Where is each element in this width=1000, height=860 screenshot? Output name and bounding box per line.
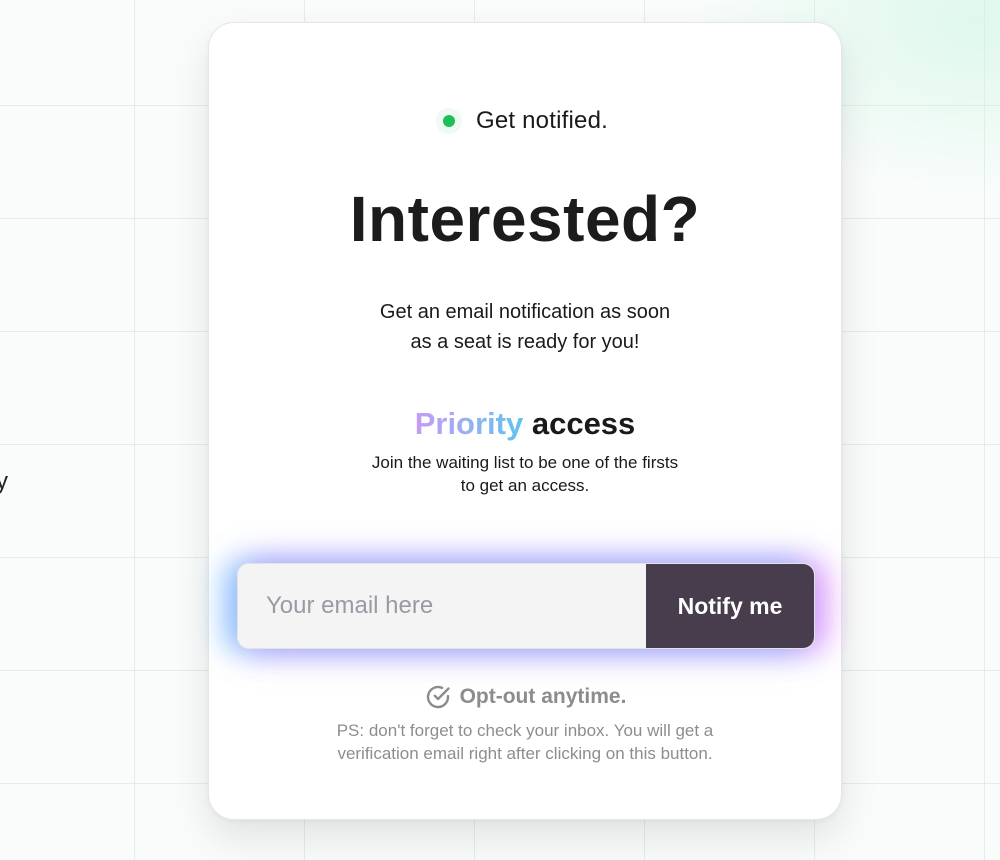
email-input[interactable] — [238, 564, 646, 648]
priority-rest: access — [523, 406, 636, 441]
background-text-fragment: y — [0, 468, 8, 495]
ps-note-line-2: verification email right after clicking … — [337, 744, 713, 763]
status-label: Get notified. — [475, 107, 608, 134]
notify-card: Get notified. Interested? Get an email n… — [208, 22, 842, 820]
status-dot-icon — [442, 115, 455, 127]
ps-note-line-1: PS: don't forget to check your inbox. Yo… — [336, 721, 714, 740]
status-row: Get notified. — [209, 107, 841, 135]
priority-description: Join the waiting list to be one of the f… — [209, 451, 841, 497]
optout-label: Opt-out anytime. — [459, 685, 627, 708]
priority-desc-line-1: Join the waiting list to be one of the f… — [371, 453, 679, 472]
notify-me-button[interactable]: Notify me — [646, 564, 814, 648]
check-circle-icon — [424, 683, 452, 711]
priority-access-title: Priority access — [209, 405, 841, 443]
ps-note: PS: don't forget to check your inbox. Yo… — [209, 719, 841, 765]
headline: Interested? — [349, 183, 701, 255]
notify-form: Notify me — [237, 563, 815, 649]
priority-desc-line-2: to get an access. — [460, 476, 590, 495]
subtitle: Get an email notification as soon as a s… — [209, 297, 841, 357]
optout-row: Opt-out anytime. — [209, 683, 841, 711]
subtitle-line-1: Get an email notification as soon — [379, 301, 671, 323]
priority-highlight: Priority — [414, 406, 524, 441]
subtitle-line-2: as a seat is ready for you! — [410, 331, 640, 353]
status-indicator — [435, 108, 462, 134]
